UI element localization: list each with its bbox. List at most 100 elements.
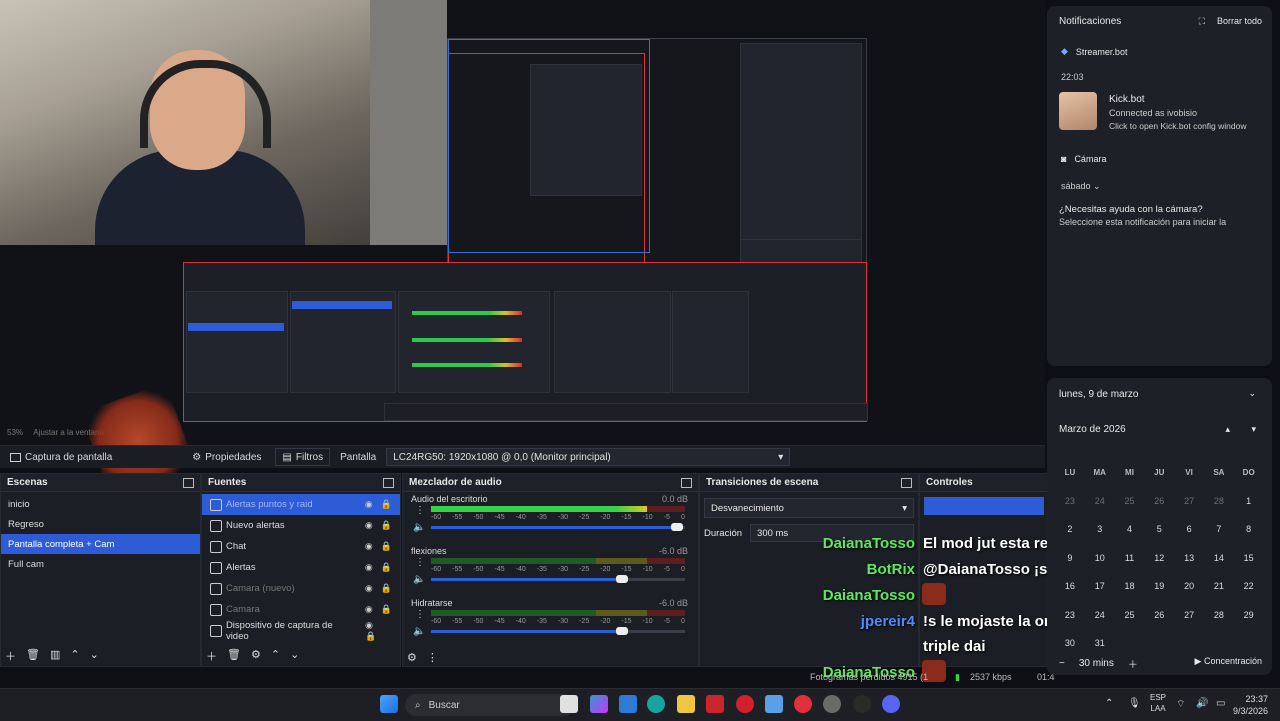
next-month-icon[interactable]: ▾ xyxy=(1251,424,1256,435)
transition-select[interactable]: Desvanecimiento ▾ xyxy=(704,498,914,518)
minus-icon[interactable]: − xyxy=(1059,658,1065,669)
start-streaming-button[interactable] xyxy=(924,497,1044,515)
edge-icon[interactable] xyxy=(647,695,665,713)
calendar-day[interactable]: 27 xyxy=(1174,610,1204,620)
calendar-day[interactable]: 14 xyxy=(1204,553,1234,563)
undock-icon[interactable] xyxy=(183,477,194,488)
calendar-day[interactable]: 26 xyxy=(1144,496,1174,506)
windows-start-icon[interactable] xyxy=(380,695,398,713)
calendar-day[interactable]: 24 xyxy=(1085,610,1115,620)
calendar-day[interactable]: 13 xyxy=(1174,553,1204,563)
day-group[interactable]: sábado ⌄ xyxy=(1061,181,1101,192)
arrow-up-icon[interactable]: ⌃ xyxy=(271,648,280,664)
calendar-day[interactable]: 23 xyxy=(1055,610,1085,620)
store-icon[interactable] xyxy=(619,695,637,713)
clear-all-button[interactable]: ⛶ Borrar todo xyxy=(1199,16,1262,27)
more-icon[interactable]: ⋮ xyxy=(415,609,425,620)
camera-help-notification[interactable]: ¿Necesitas ayuda con la cámara? Seleccio… xyxy=(1059,204,1264,227)
calendar-day[interactable]: 11 xyxy=(1115,553,1145,563)
scene-item[interactable]: Full cam xyxy=(1,554,200,574)
source-item[interactable]: Alertas ◉ 🔒 xyxy=(202,557,400,578)
calendar-day[interactable]: 1 xyxy=(1234,496,1264,506)
folder-icon[interactable] xyxy=(677,695,695,713)
more-icon[interactable]: ⋮ xyxy=(427,651,438,664)
speaker-icon[interactable]: 🔈 xyxy=(413,522,425,533)
obs-preview[interactable]: 53% Ajustar a la ventana xyxy=(0,0,1045,445)
calendar-day[interactable]: 15 xyxy=(1234,553,1264,563)
source-item[interactable]: Nuevo alertas ◉ 🔒 xyxy=(202,515,400,536)
eye-icon[interactable]: ◉ xyxy=(365,620,373,630)
trash-icon[interactable]: 🗑 xyxy=(227,648,241,664)
filter-icon[interactable]: ▥ xyxy=(50,648,60,664)
calendar-day[interactable]: 2 xyxy=(1055,524,1085,534)
lock-icon[interactable]: 🔒 xyxy=(381,541,392,551)
lock-icon[interactable]: 🔒 xyxy=(381,583,392,593)
calendar-day[interactable]: 8 xyxy=(1234,524,1264,534)
calendar-day[interactable]: 3 xyxy=(1085,524,1115,534)
dnd-icon[interactable]: ⛶ xyxy=(1199,16,1205,27)
language-indicator[interactable]: ESP LAA xyxy=(1150,692,1166,714)
lock-icon[interactable]: 🔒 xyxy=(381,520,392,530)
link-icon[interactable]: ⚙ xyxy=(407,651,417,664)
arrow-down-icon[interactable]: ⌄ xyxy=(290,648,299,664)
opera-icon[interactable] xyxy=(736,695,754,713)
undock-icon[interactable] xyxy=(901,477,912,488)
eye-icon[interactable]: ◉ xyxy=(365,541,373,551)
calendar-day[interactable]: 25 xyxy=(1115,496,1145,506)
calendar-day[interactable]: 17 xyxy=(1085,581,1115,591)
calendar-day[interactable]: 20 xyxy=(1174,581,1204,591)
calendar-day[interactable]: 18 xyxy=(1115,581,1145,591)
lock-icon[interactable]: 🔒 xyxy=(365,631,376,641)
speaker-icon[interactable]: 🔈 xyxy=(413,574,425,585)
battery-icon[interactable]: ▭ xyxy=(1216,698,1225,709)
volume-icon[interactable]: 🔊 xyxy=(1196,698,1208,709)
calendar-day[interactable]: 9 xyxy=(1055,553,1085,563)
kickbot-notification[interactable]: Kick.bot Connected as ivobisio Click to … xyxy=(1059,92,1259,136)
undock-icon[interactable] xyxy=(681,477,692,488)
calendar-day[interactable]: 24 xyxy=(1085,496,1115,506)
task-view-icon[interactable] xyxy=(560,695,578,713)
source-item[interactable]: Chat ◉ 🔒 xyxy=(202,536,400,557)
obs-icon[interactable] xyxy=(853,695,871,713)
calendar-day[interactable]: 7 xyxy=(1204,524,1234,534)
volume-slider[interactable] xyxy=(431,523,685,531)
eye-icon[interactable]: ◉ xyxy=(365,583,373,593)
clock[interactable]: 23:37 9/3/2026 xyxy=(1233,693,1268,717)
calendar-day[interactable]: 31 xyxy=(1085,638,1115,648)
copilot-icon[interactable] xyxy=(590,695,608,713)
lock-icon[interactable]: 🔒 xyxy=(381,562,392,572)
volume-slider[interactable] xyxy=(431,627,685,635)
discord-icon[interactable] xyxy=(882,695,900,713)
gear-icon[interactable]: ⚙ xyxy=(251,648,261,664)
volume-slider[interactable] xyxy=(431,575,685,583)
calendar-day[interactable]: 29 xyxy=(1234,610,1264,620)
screen-select[interactable]: LC24RG50: 1920x1080 @ 0,0 (Monitor princ… xyxy=(386,448,791,466)
calendar-day[interactable]: 25 xyxy=(1115,610,1145,620)
add-icon[interactable]: ＋ xyxy=(206,648,217,664)
calendar-day[interactable]: 4 xyxy=(1115,524,1145,534)
calendar-day[interactable]: 5 xyxy=(1144,524,1174,534)
eye-icon[interactable]: ◉ xyxy=(365,562,373,572)
calendar-day[interactable]: 12 xyxy=(1144,553,1174,563)
calendar-day[interactable]: 30 xyxy=(1055,638,1085,648)
calendar-day[interactable]: 19 xyxy=(1144,581,1174,591)
prev-month-icon[interactable]: ▴ xyxy=(1225,424,1230,435)
wifi-icon[interactable]: ⌔ xyxy=(1176,698,1185,711)
app-icon[interactable] xyxy=(794,695,812,713)
source-item[interactable]: Dispositivo de captura de video ◉🔒 xyxy=(202,620,400,642)
source-item[interactable]: Camara ◉ 🔒 xyxy=(202,599,400,620)
scene-item[interactable]: Regreso xyxy=(1,514,200,534)
calendar-day[interactable]: 22 xyxy=(1234,581,1264,591)
trash-icon[interactable]: 🗑 xyxy=(26,648,40,664)
chevron-up-icon[interactable]: ⌃ xyxy=(1105,698,1113,709)
eye-icon[interactable]: ◉ xyxy=(365,604,373,614)
chrome-icon[interactable] xyxy=(823,695,841,713)
scene-item[interactable]: inicio xyxy=(1,494,200,514)
calendar-day[interactable]: 28 xyxy=(1204,610,1234,620)
calendar-day[interactable]: 28 xyxy=(1204,496,1234,506)
calendar-day[interactable]: 21 xyxy=(1204,581,1234,591)
notepad-icon[interactable] xyxy=(765,695,783,713)
calendar-day[interactable]: 27 xyxy=(1174,496,1204,506)
plus-icon[interactable]: ＋ xyxy=(1128,656,1138,671)
calendar-day[interactable]: 23 xyxy=(1055,496,1085,506)
